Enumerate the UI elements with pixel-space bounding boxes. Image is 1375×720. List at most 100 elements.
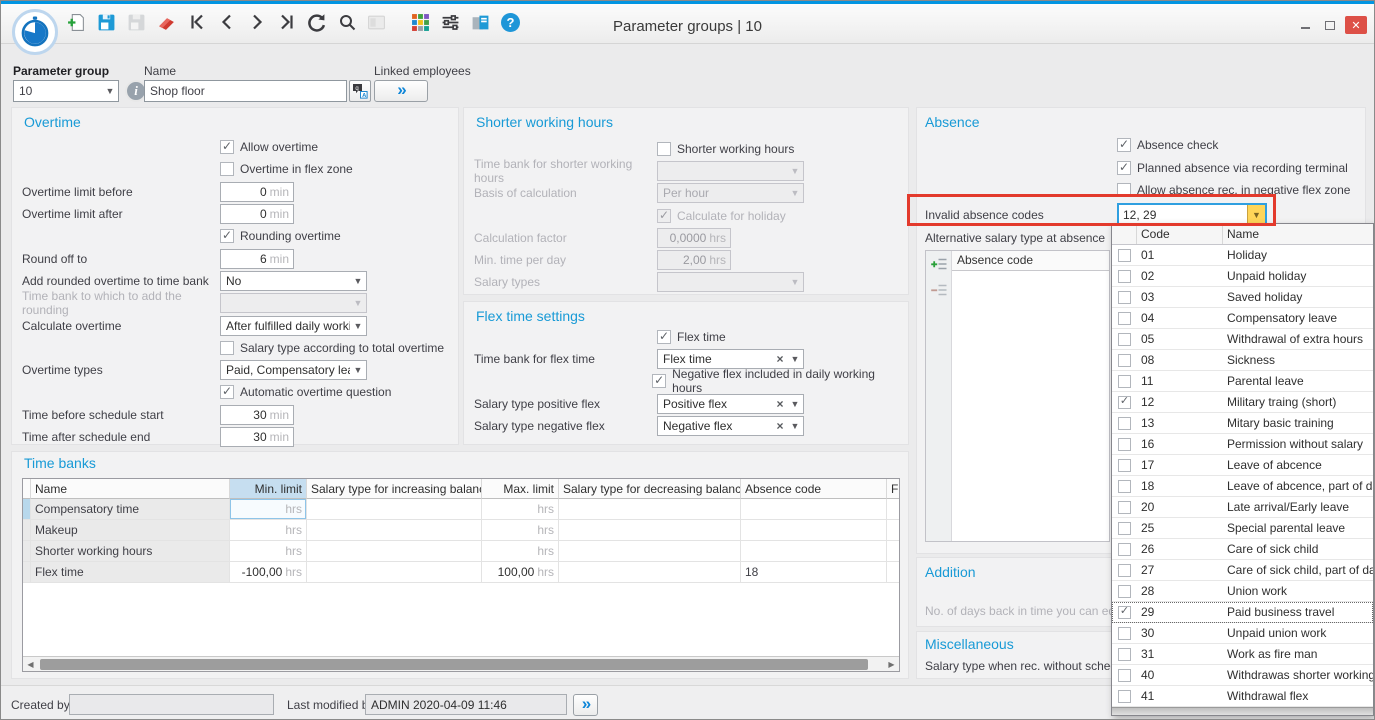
option-checkbox[interactable]: ✓ [1118, 333, 1131, 346]
auto-overtime-question-checkbox[interactable]: ✓ [220, 385, 234, 399]
translate-button[interactable]: qA [349, 80, 371, 102]
option-checkbox[interactable]: ✓ [1118, 270, 1131, 283]
option-checkbox[interactable]: ✓ [1118, 690, 1131, 703]
absence-code-option[interactable]: ✓ 29 Paid business travel [1112, 602, 1373, 623]
option-checkbox[interactable]: ✓ [1118, 522, 1131, 535]
new-record-icon[interactable] [65, 11, 88, 34]
clear-icon[interactable]: × [773, 419, 787, 433]
option-checkbox[interactable]: ✓ [1118, 438, 1131, 451]
first-record-icon[interactable] [185, 11, 208, 34]
column-header-partial[interactable]: F [887, 479, 899, 499]
previous-record-icon[interactable] [215, 11, 238, 34]
scrollbar-thumb[interactable] [40, 659, 868, 670]
column-header-absence-code[interactable]: Absence code [741, 479, 887, 499]
flex-time-bank-combo[interactable]: Flex time×▼ [657, 349, 804, 369]
option-checkbox[interactable]: ✓ [1118, 543, 1131, 556]
maximize-button[interactable] [1321, 17, 1338, 33]
linked-employees-button[interactable]: » [374, 80, 428, 102]
absence-code-option[interactable]: ✓ 25 Special parental leave [1112, 518, 1373, 539]
last-record-icon[interactable] [275, 11, 298, 34]
delete-icon[interactable] [155, 11, 178, 34]
option-checkbox[interactable]: ✓ [1118, 291, 1131, 304]
option-checkbox[interactable]: ✓ [1118, 312, 1131, 325]
absence-code-option[interactable]: ✓ 20 Late arrival/Early leave [1112, 497, 1373, 518]
dropdown-open-button[interactable]: ▼ [1247, 205, 1265, 224]
scroll-right-icon[interactable]: ▶ [884, 657, 899, 672]
absence-code-option[interactable]: ✓ 02 Unpaid holiday [1112, 266, 1373, 287]
absence-code-option[interactable]: ✓ 40 Withdrawas shorter working hours [1112, 665, 1373, 686]
shorter-working-hours-checkbox[interactable]: ✓ [657, 142, 671, 156]
scroll-left-icon[interactable]: ◀ [23, 657, 38, 672]
absence-code-option[interactable]: ✓ 16 Permission without salary [1112, 434, 1373, 455]
option-checkbox[interactable]: ✓ [1118, 606, 1131, 619]
option-checkbox[interactable]: ✓ [1118, 585, 1131, 598]
overtime-flex-zone-checkbox[interactable]: ✓ [220, 162, 234, 176]
filter-settings-icon[interactable] [439, 11, 462, 34]
overtime-types-combo[interactable]: Paid, Compensatory lea...▼ [220, 360, 367, 380]
option-checkbox[interactable]: ✓ [1118, 669, 1131, 682]
overtime-limit-after-input[interactable]: 0min [220, 204, 294, 224]
salary-total-overtime-checkbox[interactable]: ✓ [220, 341, 234, 355]
table-row[interactable]: Makeup hrs hrs [23, 520, 899, 541]
calculate-overtime-combo[interactable]: After fulfilled daily worki...▼ [220, 316, 367, 336]
column-header-name[interactable]: Name [31, 479, 230, 499]
help-icon[interactable]: ? [499, 11, 522, 34]
option-checkbox[interactable]: ✓ [1118, 459, 1131, 472]
absence-code-option[interactable]: ✓ 03 Saved holiday [1112, 287, 1373, 308]
column-header-max-limit[interactable]: Max. limit [482, 479, 559, 499]
alternative-salary-grid[interactable]: Absence code [952, 251, 1109, 541]
absence-code-option[interactable]: ✓ 13 Mitary basic training [1112, 413, 1373, 434]
add-row-icon[interactable] [929, 255, 949, 273]
history-button[interactable]: » [573, 694, 598, 716]
horizontal-scrollbar[interactable]: ◀ ▶ [23, 656, 899, 671]
option-checkbox[interactable]: ✓ [1118, 648, 1131, 661]
option-checkbox[interactable]: ✓ [1118, 480, 1131, 493]
refresh-icon[interactable] [305, 11, 328, 34]
option-checkbox[interactable]: ✓ [1118, 375, 1131, 388]
absence-code-option[interactable]: ✓ 31 Work as fire man [1112, 644, 1373, 665]
salary-type-negative-flex-combo[interactable]: Negative flex×▼ [657, 416, 804, 436]
absence-code-option[interactable]: ✓ 01 Holiday [1112, 245, 1373, 266]
option-checkbox[interactable]: ✓ [1118, 354, 1131, 367]
time-after-schedule-input[interactable]: 30min [220, 427, 294, 447]
flex-time-checkbox[interactable]: ✓ [657, 330, 671, 344]
column-header-sal-inc[interactable]: Salary type for increasing balance [307, 479, 482, 499]
option-checkbox[interactable]: ✓ [1118, 396, 1131, 409]
absence-code-option[interactable]: ✓ 08 Sickness [1112, 350, 1373, 371]
table-row[interactable]: Compensatory time hrs hrs [23, 499, 899, 520]
negative-flex-included-checkbox[interactable]: ✓ [652, 374, 666, 388]
column-header-sal-dec[interactable]: Salary type for decreasing balance [559, 479, 741, 499]
absence-code-option[interactable]: ✓ 18 Leave of abcence, part of day [1112, 476, 1373, 497]
option-checkbox[interactable]: ✓ [1118, 501, 1131, 514]
next-record-icon[interactable] [245, 11, 268, 34]
absence-code-option[interactable]: ✓ 04 Compensatory leave [1112, 308, 1373, 329]
add-rounded-combo[interactable]: No▼ [220, 271, 367, 291]
option-checkbox[interactable]: ✓ [1118, 627, 1131, 640]
column-header-min-limit[interactable]: Min. limit [230, 479, 307, 499]
salary-type-positive-flex-combo[interactable]: Positive flex×▼ [657, 394, 804, 414]
absence-code-option[interactable]: ✓ 27 Care of sick child, part of day [1112, 560, 1373, 581]
planned-absence-checkbox[interactable]: ✓ [1117, 161, 1131, 175]
clear-icon[interactable]: × [773, 397, 787, 411]
time-before-schedule-input[interactable]: 30min [220, 405, 294, 425]
table-row[interactable]: Shorter working hours hrs hrs [23, 541, 899, 562]
clear-icon[interactable]: × [773, 352, 787, 366]
absence-code-option[interactable]: ✓ 17 Leave of abcence [1112, 455, 1373, 476]
search-icon[interactable] [335, 11, 358, 34]
absence-check-checkbox[interactable]: ✓ [1117, 138, 1131, 152]
absence-code-option[interactable]: ✓ 05 Withdrawal of extra hours [1112, 329, 1373, 350]
name-input[interactable]: Shop floor [144, 80, 347, 102]
close-button[interactable]: ✕ [1345, 16, 1367, 34]
rounding-overtime-checkbox[interactable]: ✓ [220, 229, 234, 243]
allow-overtime-checkbox[interactable]: ✓ [220, 140, 234, 154]
save-icon[interactable] [95, 11, 118, 34]
option-checkbox[interactable]: ✓ [1118, 564, 1131, 577]
overtime-limit-before-input[interactable]: 0min [220, 182, 294, 202]
minimize-button[interactable] [1297, 17, 1314, 33]
absence-code-option[interactable]: ✓ 41 Withdrawal flex [1112, 686, 1373, 707]
table-row[interactable]: Flex time -100,00hrs 100,00hrs 18 [23, 562, 899, 583]
color-settings-icon[interactable] [409, 11, 432, 34]
remove-row-icon[interactable] [929, 281, 949, 299]
absence-code-option[interactable]: ✓ 28 Union work [1112, 581, 1373, 602]
absence-code-option[interactable]: ✓ 12 Military traing (short) [1112, 392, 1373, 413]
